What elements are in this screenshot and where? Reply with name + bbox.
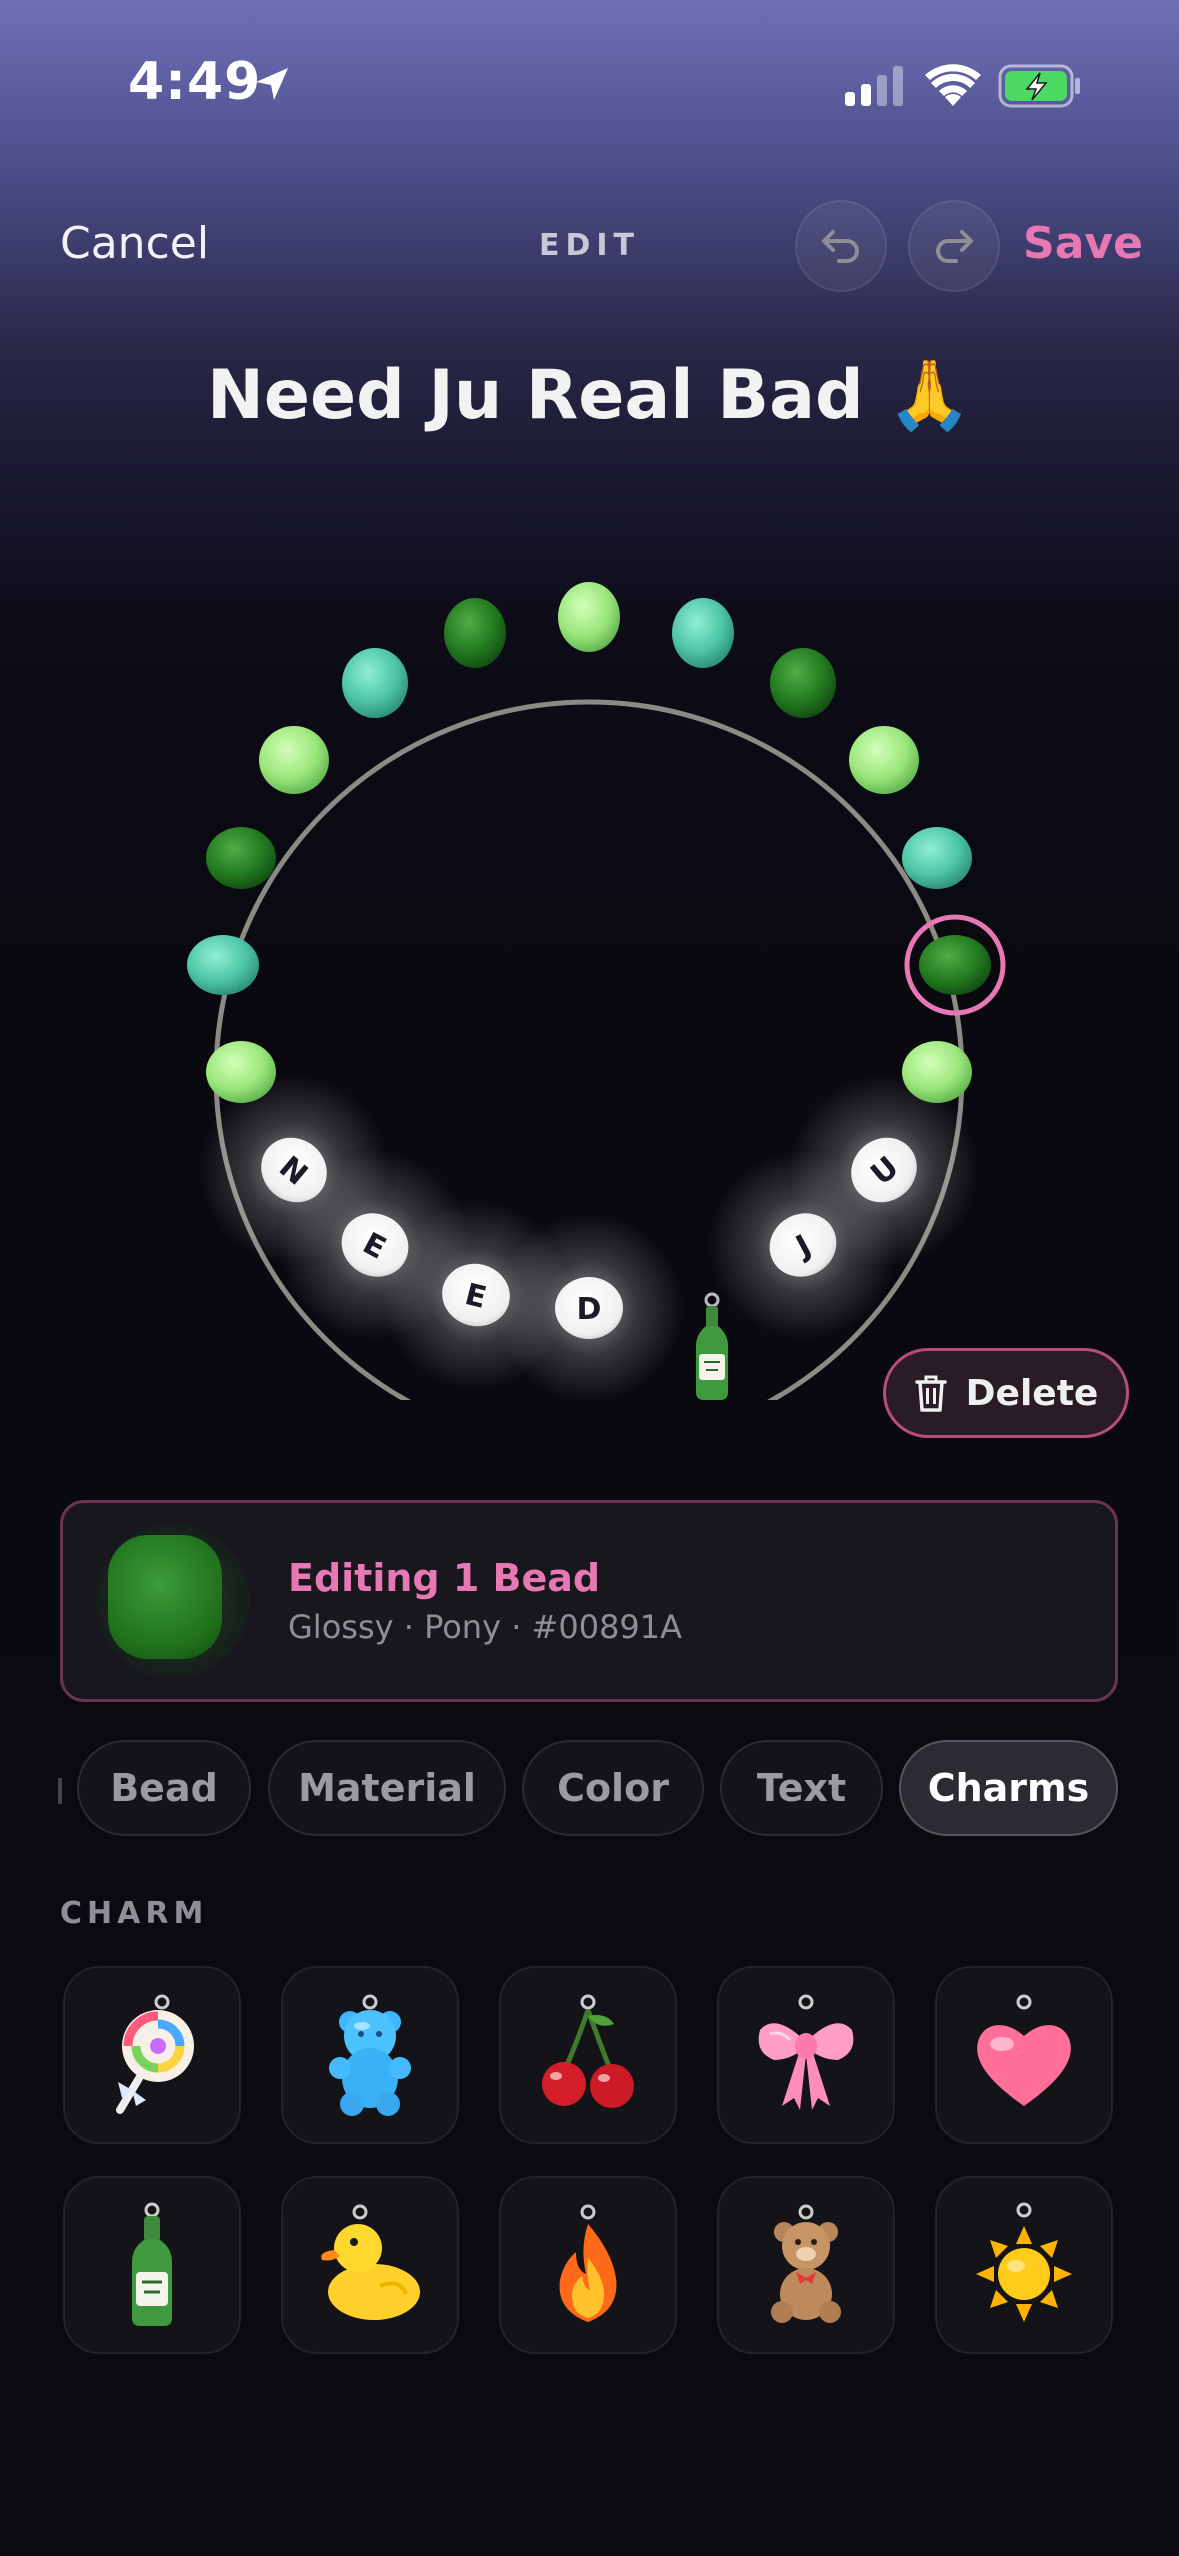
tab-charms[interactable]: Charms xyxy=(899,1740,1118,1836)
redo-button[interactable] xyxy=(908,200,1000,292)
flame-icon xyxy=(559,2204,617,2322)
cherries-icon xyxy=(542,1994,634,2108)
charm-tile-cherries[interactable] xyxy=(499,1966,677,2144)
bead[interactable] xyxy=(444,598,506,668)
editing-subtitle: Glossy · Pony · #00891A xyxy=(288,1608,683,1646)
undo-icon xyxy=(822,230,859,263)
gummy-bear-icon xyxy=(329,1994,411,2116)
soju-bottle-icon xyxy=(132,2202,172,2326)
tab-bead[interactable]: Bead xyxy=(77,1740,251,1836)
rubber-duck-icon xyxy=(321,2204,420,2320)
wifi-icon xyxy=(925,64,981,106)
charm-tile-rubber-duck[interactable] xyxy=(281,2176,459,2354)
charm-tile-sun[interactable] xyxy=(935,2176,1113,2354)
soju-bottle-charm[interactable] xyxy=(696,1292,728,1400)
cellular-signal-icon xyxy=(845,66,903,106)
bead[interactable] xyxy=(206,1041,276,1103)
battery-charging-icon xyxy=(998,64,1080,108)
delete-button[interactable]: Delete xyxy=(883,1348,1129,1438)
save-button[interactable]: Save xyxy=(1023,218,1143,269)
tab-color[interactable]: Color xyxy=(522,1740,704,1836)
tab-label: Color xyxy=(557,1766,669,1810)
bead[interactable] xyxy=(849,726,919,794)
bead[interactable] xyxy=(672,598,734,668)
tab-label: Text xyxy=(756,1766,847,1810)
bead[interactable] xyxy=(206,827,276,889)
charm-tile-bow[interactable] xyxy=(717,1966,895,2144)
bead-preview-swatch xyxy=(108,1535,222,1659)
teddy-bear-icon xyxy=(771,2204,841,2323)
charm-tile-lollipop[interactable] xyxy=(63,1966,241,2144)
tab-material[interactable]: Material xyxy=(268,1740,506,1836)
bead[interactable] xyxy=(770,648,836,718)
charm-section-label: CHARM xyxy=(60,1896,209,1931)
bead[interactable] xyxy=(187,935,259,995)
charm-tile-heart[interactable] xyxy=(935,1966,1113,2144)
bead[interactable] xyxy=(342,648,408,718)
tab-label: Charms xyxy=(927,1766,1090,1810)
tab-text[interactable]: Text xyxy=(720,1740,883,1836)
location-arrow-icon xyxy=(256,68,288,100)
charm-tile-flame[interactable] xyxy=(499,2176,677,2354)
screen-mode-label: EDIT xyxy=(538,228,641,263)
bead[interactable] xyxy=(902,827,972,889)
bracelet-preview: N E E D J U xyxy=(187,582,1006,1400)
status-time: 4:49 xyxy=(128,52,262,112)
heart-icon xyxy=(977,1994,1071,2106)
charm-tile-gummy-bear[interactable] xyxy=(281,1966,459,2144)
tab-scroll-edge xyxy=(58,1778,62,1804)
lollipop-icon xyxy=(116,1994,194,2114)
letter-bead-d[interactable]: D xyxy=(555,1277,623,1339)
trash-icon xyxy=(914,1375,947,1412)
bow-icon xyxy=(758,1994,854,2110)
redo-icon xyxy=(936,230,973,263)
charm-tile-teddy-bear[interactable] xyxy=(717,2176,895,2354)
undo-button[interactable] xyxy=(795,200,887,292)
sun-icon xyxy=(976,2202,1072,2322)
editing-title: Editing 1 Bead xyxy=(288,1556,601,1600)
tab-label: Bead xyxy=(110,1766,218,1810)
bead[interactable] xyxy=(558,582,620,652)
bead[interactable] xyxy=(259,726,329,794)
bracelet-title: Need Ju Real Bad 🙏 xyxy=(207,356,972,435)
tab-label: Material xyxy=(298,1766,476,1810)
letter-bead-label: D xyxy=(577,1292,602,1327)
bead[interactable] xyxy=(902,1041,972,1103)
delete-label: Delete xyxy=(965,1372,1099,1414)
charm-tile-soju-bottle[interactable] xyxy=(63,2176,241,2354)
